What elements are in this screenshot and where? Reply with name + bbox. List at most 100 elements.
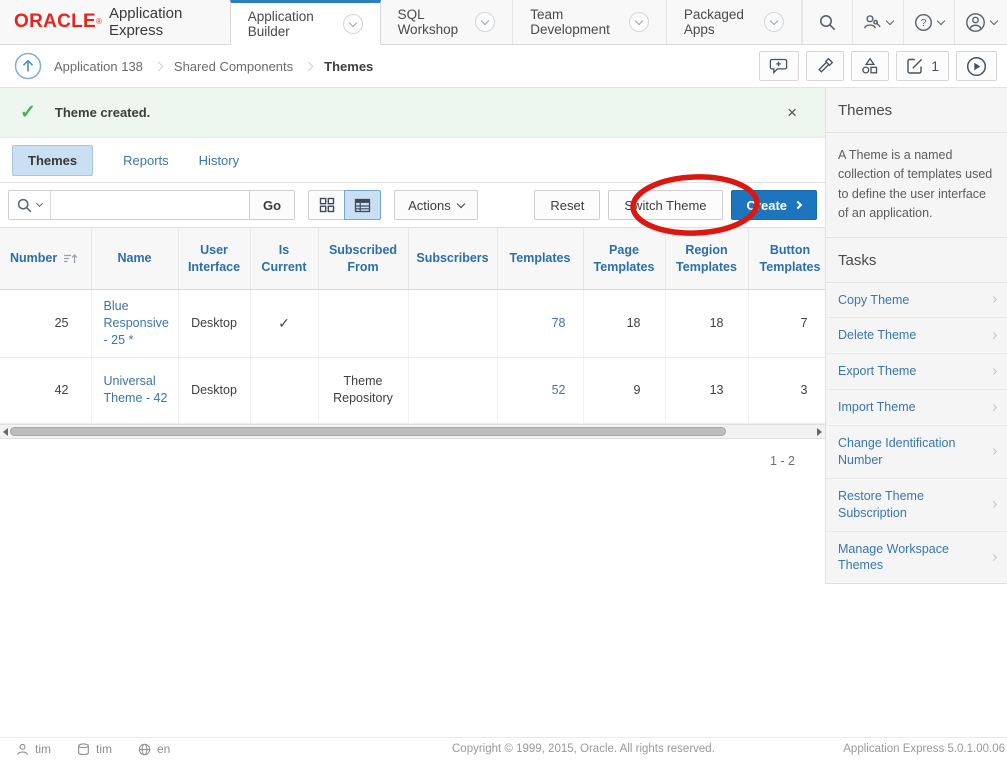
column-header-subscribers[interactable]: Subscribers: [408, 228, 497, 290]
toolbar-buttons: Reset Switch Theme Create: [534, 190, 817, 220]
chevron-right-icon: [990, 501, 997, 508]
column-header-region-templates[interactable]: Region Templates: [665, 228, 748, 290]
user-icon: [16, 743, 29, 756]
sort-ascending-icon: [63, 252, 78, 265]
admin-user-wrench-icon: [863, 14, 882, 30]
theme-name-link[interactable]: Blue Responsive - 25 *: [104, 299, 169, 347]
column-header-templates[interactable]: Templates: [497, 228, 583, 290]
search-input[interactable]: [51, 191, 249, 219]
edit-page-icon: [906, 57, 924, 75]
breadcrumb-shared-components[interactable]: Shared Components: [174, 59, 293, 74]
breadcrumb: Application 138 Shared Components Themes: [54, 59, 373, 74]
top-nav-utility-icons: ?: [802, 0, 1007, 44]
cell-button-templates: 7: [748, 290, 825, 358]
task-restore-theme-subscription[interactable]: Restore Theme Subscription: [826, 479, 1007, 532]
scroll-left-arrow-icon[interactable]: [3, 428, 8, 436]
cell-subscribed-from: [318, 290, 408, 358]
task-import-theme[interactable]: Import Theme: [826, 390, 1007, 426]
search-column-selector[interactable]: [9, 191, 51, 219]
user-account-icon: [965, 12, 986, 33]
tab-application-builder[interactable]: Application Builder: [230, 0, 381, 45]
top-nav-tabs: Application Builder SQL Workshop Team De…: [230, 0, 802, 44]
scroll-right-arrow-icon[interactable]: [817, 428, 822, 436]
chevron-right-icon: [990, 404, 997, 411]
check-icon: ✓: [278, 315, 290, 331]
up-level-icon[interactable]: [14, 52, 42, 80]
column-header-name[interactable]: Name: [91, 228, 178, 290]
chevron-down-icon: [886, 16, 894, 24]
column-header-number[interactable]: Number: [0, 228, 91, 290]
cell-templates: 52: [497, 357, 583, 423]
theme-name-link[interactable]: Universal Theme - 42: [104, 374, 168, 405]
chevron-down-icon[interactable]: [629, 12, 649, 32]
advisor-button[interactable]: [806, 51, 844, 81]
scrollbar-thumb[interactable]: [10, 427, 726, 436]
chevron-down-icon[interactable]: [475, 12, 495, 32]
table-row: 25 Blue Responsive - 25 * Desktop ✓ 78 1…: [0, 290, 825, 358]
column-header-page-templates[interactable]: Page Templates: [583, 228, 665, 290]
task-manage-workspace-themes[interactable]: Manage Workspace Themes: [826, 532, 1007, 584]
report-view-button[interactable]: [344, 190, 381, 220]
cell-subscribers: [408, 357, 497, 423]
tab-team-development[interactable]: Team Development: [513, 0, 667, 44]
shared-components-button[interactable]: [851, 51, 889, 81]
footer-session-info: tim tim en: [16, 742, 170, 756]
create-button[interactable]: Create: [731, 190, 817, 220]
product-name: Application Express: [109, 5, 208, 39]
chevron-down-icon[interactable]: [343, 14, 363, 34]
footer: tim tim en Copyright © 1999, 2015, Oracl…: [0, 737, 1007, 767]
footer-workspace: tim: [77, 742, 112, 756]
play-icon: [966, 56, 987, 77]
reset-button[interactable]: Reset: [534, 190, 600, 220]
database-icon: [77, 743, 90, 756]
column-header-user-interface[interactable]: User Interface: [178, 228, 250, 290]
grid-view-icon: [319, 197, 335, 213]
task-copy-theme[interactable]: Copy Theme: [826, 283, 1007, 319]
close-icon[interactable]: ×: [787, 104, 797, 121]
administration-menu-button[interactable]: [852, 0, 903, 44]
run-application-button[interactable]: [956, 51, 997, 81]
column-header-subscribed-from[interactable]: Subscribed From: [318, 228, 408, 290]
breadcrumb-themes: Themes: [324, 59, 373, 74]
task-delete-theme[interactable]: Delete Theme: [826, 318, 1007, 354]
task-export-theme[interactable]: Export Theme: [826, 354, 1007, 390]
column-header-button-templates[interactable]: Button Templates: [748, 228, 825, 290]
task-label: Export Theme: [838, 363, 916, 380]
actions-menu-button[interactable]: Actions: [394, 190, 478, 220]
switch-theme-button[interactable]: Switch Theme: [608, 190, 722, 220]
cell-region-templates: 18: [665, 290, 748, 358]
task-label: Import Theme: [838, 399, 916, 416]
table-header-row: Number Name User Interface Is Current Su…: [0, 228, 825, 290]
edit-page-button[interactable]: 1: [896, 51, 949, 81]
global-search-button[interactable]: [802, 0, 852, 44]
help-menu-button[interactable]: ?: [903, 0, 954, 44]
tab-sql-workshop[interactable]: SQL Workshop: [381, 0, 514, 44]
page-action-buttons: 1: [759, 51, 999, 81]
globe-icon: [138, 743, 151, 756]
horizontal-scrollbar[interactable]: [0, 424, 825, 439]
tab-history[interactable]: History: [199, 153, 239, 168]
feedback-button[interactable]: [759, 51, 799, 81]
cell-subscribed-from: Theme Repository: [318, 357, 408, 423]
svg-text:?: ?: [921, 17, 927, 29]
themes-table: Number Name User Interface Is Current Su…: [0, 227, 825, 424]
go-button[interactable]: Go: [249, 191, 294, 219]
icon-view-button[interactable]: [308, 190, 345, 220]
cell-name: Universal Theme - 42: [91, 357, 178, 423]
task-change-identification-number[interactable]: Change Identification Number: [826, 426, 1007, 479]
tab-reports[interactable]: Reports: [123, 153, 169, 168]
chevron-down-icon[interactable]: [764, 12, 784, 32]
content-area: ✓ Theme created. × Themes Reports Histor…: [0, 88, 1007, 584]
column-header-is-current[interactable]: Is Current: [250, 228, 318, 290]
footer-language: en: [138, 742, 170, 756]
success-message: ✓ Theme created. ×: [0, 88, 825, 138]
templates-count-link[interactable]: 52: [552, 383, 566, 397]
account-menu-button[interactable]: [954, 0, 1007, 44]
tab-packaged-apps[interactable]: Packaged Apps: [667, 0, 802, 44]
cell-number: 25: [0, 290, 91, 358]
tab-themes[interactable]: Themes: [12, 145, 93, 176]
tab-label: Team Development: [530, 7, 620, 37]
templates-count-link[interactable]: 78: [552, 316, 566, 330]
breadcrumb-application[interactable]: Application 138: [54, 59, 143, 74]
task-label: Delete Theme: [838, 327, 916, 344]
